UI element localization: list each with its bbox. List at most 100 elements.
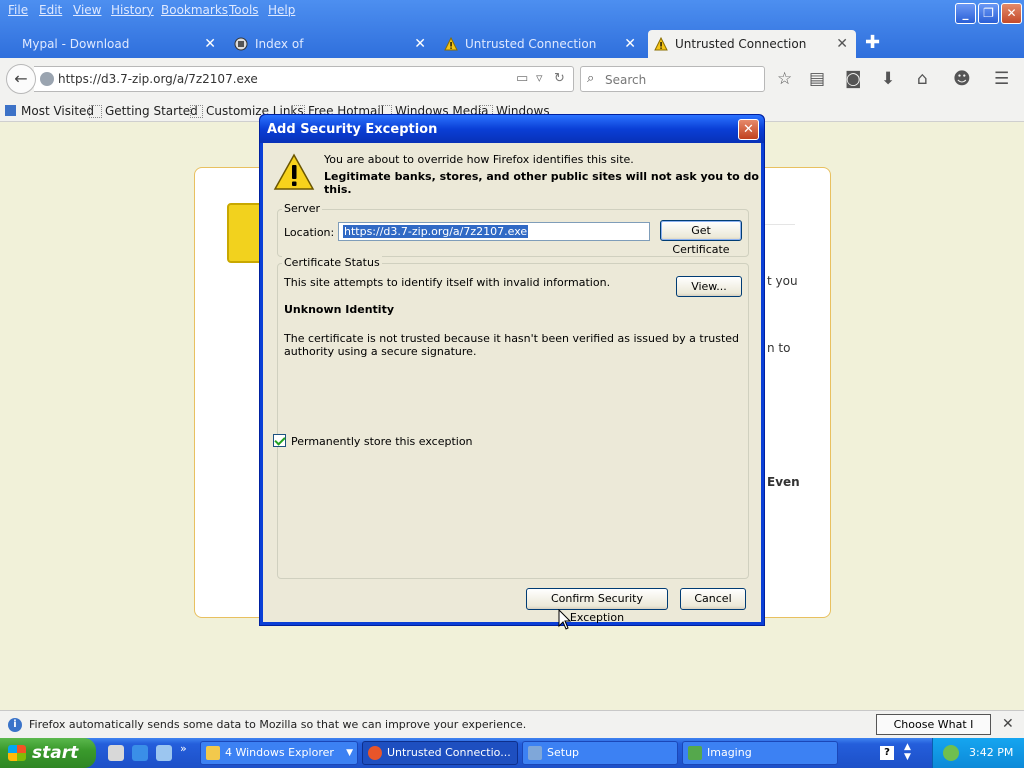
- dialog-title: Add Security Exception: [260, 115, 764, 143]
- notification-message: Firefox automatically sends some data to…: [29, 718, 527, 731]
- notification-close-icon[interactable]: ✕: [1002, 716, 1014, 732]
- search-icon: ⌕: [587, 71, 595, 86]
- menu-tools[interactable]: Tools: [229, 3, 259, 17]
- start-button[interactable]: start: [0, 738, 96, 768]
- taskbar-windows-explorer[interactable]: 4 Windows Explorer ▼: [200, 741, 358, 765]
- warning-icon: [444, 37, 458, 51]
- task-label: Imaging: [707, 746, 752, 759]
- page-text-fragment: n to: [767, 341, 791, 355]
- task-label: Untrusted Connectio...: [387, 746, 511, 759]
- menu-bar: File Edit View History Bookmarks Tools H…: [0, 0, 940, 22]
- confirm-security-exception-button[interactable]: Confirm Security Exception: [526, 588, 668, 624]
- help-icon[interactable]: ?: [880, 746, 894, 760]
- home-icon[interactable]: ⌂: [917, 69, 928, 89]
- imaging-icon: [688, 746, 702, 760]
- bookmark-getting-started[interactable]: Getting Started: [89, 104, 198, 118]
- server-group-label: Server: [282, 202, 323, 215]
- internet-explorer-icon[interactable]: [132, 745, 148, 761]
- task-label: Setup: [547, 746, 580, 759]
- warning-icon: [654, 37, 668, 51]
- pocket-icon[interactable]: ◙: [845, 69, 862, 89]
- status-text: This site attempts to identify itself wi…: [284, 276, 611, 289]
- menu-file[interactable]: File: [8, 3, 28, 17]
- permanently-store-checkbox[interactable]: [273, 434, 286, 447]
- folder-icon: [206, 746, 220, 760]
- dialog-close-button[interactable]: ✕: [738, 119, 759, 140]
- info-icon: i: [8, 718, 22, 732]
- reading-list-icon[interactable]: ▤: [809, 69, 825, 89]
- tab-close-icon[interactable]: ✕: [204, 30, 216, 58]
- page-icon: [234, 37, 248, 51]
- hello-chat-icon[interactable]: ☻: [953, 69, 971, 89]
- cancel-button[interactable]: Cancel: [680, 588, 746, 610]
- bookmark-most-visited[interactable]: Most Visited: [5, 104, 94, 118]
- taskbar-untrusted-connection[interactable]: Untrusted Connectio...: [362, 741, 518, 765]
- firefox-icon: [368, 746, 382, 760]
- warning-icon: [273, 153, 315, 190]
- group-arrow-icon: ▼: [346, 748, 353, 758]
- tab-untrusted-connection-1[interactable]: Untrusted Connection ✕: [438, 30, 644, 58]
- quicklaunch-more-icon[interactable]: »: [180, 742, 187, 755]
- tab-close-icon[interactable]: ✕: [836, 30, 848, 58]
- restore-button[interactable]: ❐: [978, 3, 999, 24]
- outlook-express-icon[interactable]: [156, 745, 172, 761]
- minimize-button[interactable]: _: [955, 3, 976, 24]
- tab-strip: File Edit View History Bookmarks Tools H…: [0, 0, 1024, 79]
- scroll-arrows-icon[interactable]: ▲ ▼: [904, 742, 911, 762]
- menu-edit[interactable]: Edit: [39, 3, 62, 17]
- location-input[interactable]: https://d3.7-zip.org/a/7z2107.exe: [338, 222, 650, 241]
- page-text-fragment: t you: [767, 274, 798, 288]
- bookmark-star-icon[interactable]: ☆: [777, 69, 792, 89]
- dropdown-arrow-icon[interactable]: ▿: [536, 71, 543, 86]
- tab-mypal-download[interactable]: Mypal - Download ✕: [0, 30, 224, 58]
- intro-text: You are about to override how Firefox id…: [324, 153, 634, 166]
- setup-icon: [528, 746, 542, 760]
- reload-icon[interactable]: ↻: [554, 71, 565, 86]
- notification-bar: i Firefox automatically sends some data …: [0, 710, 1024, 750]
- choose-what-i-share-button[interactable]: Choose What I Share: [876, 714, 991, 750]
- permanently-store-label[interactable]: Permanently store this exception: [291, 435, 473, 448]
- certificate-status-group: Certificate Status This site attempts to…: [277, 256, 749, 579]
- search-placeholder: Search: [605, 73, 647, 87]
- tab-untrusted-connection-active[interactable]: Untrusted Connection ✕: [648, 30, 856, 58]
- window-close-button[interactable]: ✕: [1001, 3, 1022, 24]
- get-certificate-button[interactable]: Get Certificate: [660, 220, 742, 256]
- hamburger-menu-icon[interactable]: ☰: [994, 69, 1009, 89]
- tab-label: Untrusted Connection: [465, 37, 597, 51]
- unknown-identity-heading: Unknown Identity: [284, 303, 395, 316]
- menu-view[interactable]: View: [73, 3, 101, 17]
- new-tab-icon[interactable]: ✚: [865, 34, 880, 52]
- globe-icon: [40, 72, 54, 86]
- search-bar[interactable]: ⌕ Search: [580, 66, 765, 92]
- show-desktop-icon[interactable]: [108, 745, 124, 761]
- view-button[interactable]: View...: [676, 276, 742, 297]
- url-bar[interactable]: https://d3.7-zip.org/a/7z2107.exe ▭ ▿ ↻: [34, 66, 574, 92]
- download-icon[interactable]: ⬇: [881, 69, 895, 89]
- tab-close-icon[interactable]: ✕: [624, 30, 636, 58]
- windows-flag-icon: [8, 745, 26, 761]
- mouse-cursor-icon: [558, 609, 572, 630]
- tab-label: Mypal - Download: [22, 37, 130, 51]
- taskbar-setup[interactable]: Setup: [522, 741, 678, 765]
- menu-history[interactable]: History: [111, 3, 154, 17]
- menu-help[interactable]: Help: [268, 3, 295, 17]
- page-text-fragment: Even: [767, 475, 800, 489]
- taskbar: start » 4 Windows Explorer ▼ Untrusted C…: [0, 738, 1024, 768]
- certificate-status-label: Certificate Status: [282, 256, 382, 269]
- task-label: 4 Windows Explorer: [225, 746, 334, 759]
- clock: 3:42 PM: [969, 746, 1014, 759]
- intro-warning-text: Legitimate banks, stores, and other publ…: [324, 170, 759, 196]
- taskbar-imaging[interactable]: Imaging: [682, 741, 838, 765]
- dialog-body: You are about to override how Firefox id…: [263, 143, 761, 624]
- navigation-bar: https://d3.7-zip.org/a/7z2107.exe ▭ ▿ ↻ …: [0, 58, 1024, 100]
- url-text: https://d3.7-zip.org/a/7z2107.exe: [58, 72, 258, 86]
- location-value: https://d3.7-zip.org/a/7z2107.exe: [343, 225, 529, 238]
- start-label: start: [32, 743, 79, 763]
- network-icon[interactable]: [943, 745, 959, 761]
- reader-view-icon[interactable]: ▭: [516, 71, 528, 86]
- tab-close-icon[interactable]: ✕: [414, 30, 426, 58]
- back-button[interactable]: ←: [6, 64, 36, 94]
- location-label: Location:: [284, 226, 335, 239]
- tab-index-of[interactable]: Index of /~lily/ISOs/crustywi... ✕: [228, 30, 434, 79]
- menu-bookmarks[interactable]: Bookmarks: [161, 3, 228, 17]
